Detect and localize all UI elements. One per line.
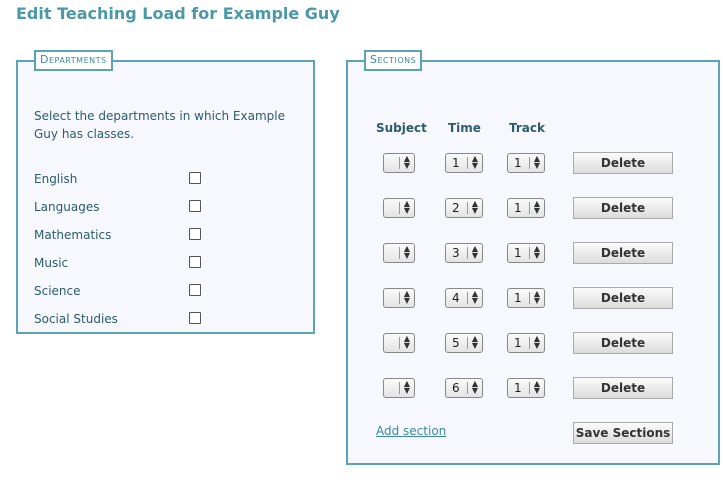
chevron-up-down-icon: ▲ ▼	[471, 379, 479, 395]
chevron-up-down-icon: ▲ ▼	[471, 154, 479, 170]
department-row-languages: Languages	[34, 198, 201, 216]
department-checkbox-music[interactable]	[189, 256, 201, 268]
add-section-link[interactable]: Add section	[376, 424, 446, 438]
chevron-up-down-icon: ▲ ▼	[533, 289, 541, 305]
time-value: 4	[452, 291, 460, 305]
time-value: 6	[452, 381, 460, 395]
track-value: 1	[514, 291, 522, 305]
chevron-up-down-icon: ▲ ▼	[471, 289, 479, 305]
column-header-subject: Subject	[376, 121, 427, 135]
time-value: 2	[452, 201, 460, 215]
department-label: Mathematics	[34, 228, 112, 242]
column-header-track: Track	[509, 121, 545, 135]
chevron-up-down-icon: ▲ ▼	[471, 244, 479, 260]
department-label: Music	[34, 256, 69, 270]
department-row-social-studies: Social Studies	[34, 310, 201, 328]
department-row-music: Music	[34, 254, 201, 272]
time-select[interactable]: 2 ▲ ▼	[445, 198, 483, 218]
track-select[interactable]: 1 ▲ ▼	[507, 288, 545, 308]
department-row-mathematics: Mathematics	[34, 226, 201, 244]
sections-fieldset: Sections Subject Time Track ▲ ▼ 1 ▲ ▼ 1 ▲ ▼…	[346, 50, 720, 465]
chevron-up-down-icon: ▲ ▼	[533, 244, 541, 260]
chevron-up-down-icon: ▲ ▼	[403, 289, 411, 305]
subject-select[interactable]: ▲ ▼	[383, 153, 415, 173]
departments-intro: Select the departments in which Example …	[34, 109, 285, 141]
chevron-up-down-icon: ▲ ▼	[403, 154, 411, 170]
department-checkbox-languages[interactable]	[189, 200, 201, 212]
subject-select[interactable]: ▲ ▼	[383, 333, 415, 353]
track-select[interactable]: 1 ▲ ▼	[507, 333, 545, 353]
department-checkbox-mathematics[interactable]	[189, 228, 201, 240]
track-value: 1	[514, 381, 522, 395]
time-value: 3	[452, 246, 460, 260]
delete-section-button[interactable]: Delete	[573, 287, 673, 309]
departments-legend: Departments	[34, 50, 113, 71]
departments-fieldset: Departments Select the departments in wh…	[16, 50, 315, 334]
track-value: 1	[514, 246, 522, 260]
subject-select[interactable]: ▲ ▼	[383, 198, 415, 218]
subject-select[interactable]: ▲ ▼	[383, 243, 415, 263]
chevron-up-down-icon: ▲ ▼	[533, 199, 541, 215]
time-select[interactable]: 6 ▲ ▼	[445, 378, 483, 398]
column-header-time: Time	[448, 121, 481, 135]
chevron-up-down-icon: ▲ ▼	[471, 199, 479, 215]
department-checkbox-social-studies[interactable]	[189, 312, 201, 324]
subject-select[interactable]: ▲ ▼	[383, 288, 415, 308]
subject-select[interactable]: ▲ ▼	[383, 378, 415, 398]
delete-section-button[interactable]: Delete	[573, 332, 673, 354]
sections-legend: Sections	[364, 50, 423, 71]
chevron-up-down-icon: ▲ ▼	[403, 199, 411, 215]
delete-section-button[interactable]: Delete	[573, 242, 673, 264]
track-select[interactable]: 1 ▲ ▼	[507, 243, 545, 263]
chevron-up-down-icon: ▲ ▼	[533, 334, 541, 350]
department-checkbox-english[interactable]	[189, 172, 201, 184]
department-label: English	[34, 172, 78, 186]
track-select[interactable]: 1 ▲ ▼	[507, 153, 545, 173]
time-value: 1	[452, 156, 460, 170]
department-row-english: English	[34, 170, 201, 188]
chevron-up-down-icon: ▲ ▼	[403, 379, 411, 395]
chevron-up-down-icon: ▲ ▼	[403, 334, 411, 350]
chevron-up-down-icon: ▲ ▼	[533, 154, 541, 170]
chevron-up-down-icon: ▲ ▼	[533, 379, 541, 395]
time-select[interactable]: 4 ▲ ▼	[445, 288, 483, 308]
time-select[interactable]: 5 ▲ ▼	[445, 333, 483, 353]
track-select[interactable]: 1 ▲ ▼	[507, 198, 545, 218]
department-checkbox-science[interactable]	[189, 284, 201, 296]
time-select[interactable]: 3 ▲ ▼	[445, 243, 483, 263]
track-select[interactable]: 1 ▲ ▼	[507, 378, 545, 398]
save-sections-button[interactable]: Save Sections	[573, 422, 673, 444]
track-value: 1	[514, 156, 522, 170]
delete-section-button[interactable]: Delete	[573, 377, 673, 399]
department-label: Languages	[34, 200, 100, 214]
delete-section-button[interactable]: Delete	[573, 197, 673, 219]
track-value: 1	[514, 336, 522, 350]
time-select[interactable]: 1 ▲ ▼	[445, 153, 483, 173]
time-value: 5	[452, 336, 460, 350]
delete-section-button[interactable]: Delete	[573, 152, 673, 174]
department-label: Social Studies	[34, 312, 118, 326]
chevron-up-down-icon: ▲ ▼	[403, 244, 411, 260]
department-row-science: Science	[34, 282, 201, 300]
track-value: 1	[514, 201, 522, 215]
page-title: Edit Teaching Load for Example Guy	[16, 4, 340, 23]
department-label: Science	[34, 284, 81, 298]
chevron-up-down-icon: ▲ ▼	[471, 334, 479, 350]
